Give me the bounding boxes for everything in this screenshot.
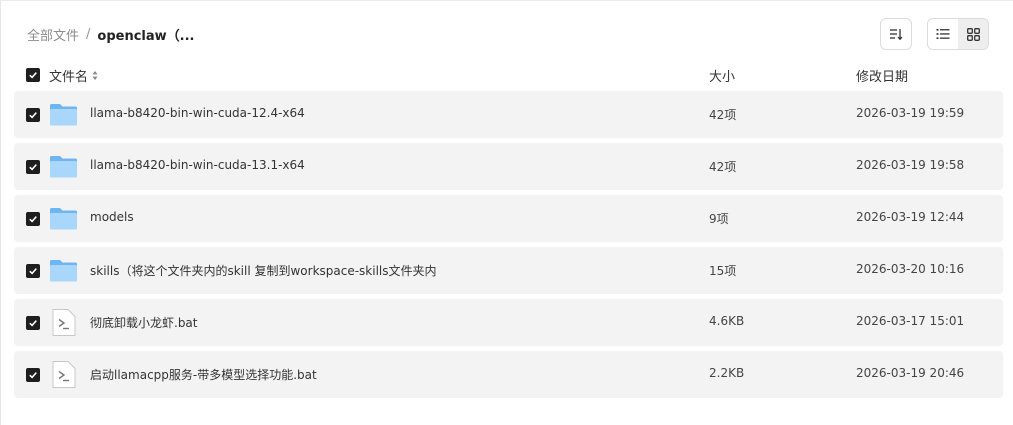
list-view-icon: [936, 29, 950, 39]
sort-arrows-icon: [92, 71, 98, 80]
table-row[interactable]: skills（将这个文件夹内的skill 复制到workspace-skills…: [14, 247, 1003, 294]
column-header-size[interactable]: 大小: [709, 66, 735, 85]
sort-button[interactable]: [880, 18, 912, 50]
file-modified-date: 2026-03-19 20:46: [856, 366, 965, 380]
row-checkbox[interactable]: [26, 160, 40, 174]
file-modified-date: 2026-03-19 19:58: [856, 158, 965, 172]
file-modified-date: 2026-03-19 12:44: [856, 210, 965, 224]
row-checkbox[interactable]: [26, 316, 40, 330]
file-modified-date: 2026-03-19 19:59: [856, 106, 965, 120]
file-name[interactable]: llama-b8420-bin-win-cuda-13.1-x64: [90, 158, 305, 172]
table-header: 文件名 大小 修改日期: [14, 63, 1003, 87]
check-icon: [29, 372, 37, 379]
file-size: 4.6KB: [709, 314, 745, 328]
file-size: 9项: [709, 212, 729, 226]
check-icon: [29, 164, 37, 171]
folder-icon: [49, 204, 78, 233]
script-file-icon: [49, 308, 78, 337]
breadcrumb-current: openclaw（...: [97, 28, 195, 44]
check-icon: [29, 216, 37, 223]
folder-icon: [49, 100, 78, 129]
file-modified-date: 2026-03-17 15:01: [856, 314, 965, 328]
file-size: 42项: [709, 108, 737, 122]
column-header-name[interactable]: 文件名: [49, 66, 98, 85]
view-toggle: [927, 18, 989, 50]
check-icon: [29, 72, 37, 79]
file-name[interactable]: skills（将这个文件夹内的skill 复制到workspace-skills…: [90, 262, 437, 279]
table-row[interactable]: models 9项 2026-03-19 12:44: [14, 195, 1003, 242]
breadcrumb-root-link[interactable]: 全部文件: [27, 25, 79, 44]
file-browser: 全部文件 / openclaw（... 文件名 大小 修改日期 llama-b8…: [0, 0, 1013, 425]
grid-view-icon: [966, 27, 980, 41]
folder-icon: [49, 256, 78, 285]
column-header-modified[interactable]: 修改日期: [856, 66, 908, 85]
file-modified-date: 2026-03-20 10:16: [856, 262, 965, 276]
column-header-name-label: 文件名: [49, 70, 89, 85]
file-name[interactable]: 启动llamacpp服务-带多模型选择功能.bat: [90, 366, 317, 383]
list-view-button[interactable]: [928, 19, 958, 49]
sort-icon: [890, 29, 903, 41]
file-name[interactable]: 彻底卸载小龙虾.bat: [90, 314, 198, 331]
table-row[interactable]: llama-b8420-bin-win-cuda-13.1-x64 42项 2026…: [14, 143, 1003, 190]
file-size: 42项: [709, 160, 737, 174]
file-size: 2.2KB: [709, 366, 745, 380]
row-checkbox[interactable]: [26, 368, 40, 382]
table-row[interactable]: 彻底卸载小龙虾.bat 4.6KB 2026-03-17 15:01: [14, 299, 1003, 346]
breadcrumb: 全部文件 / openclaw（...: [27, 25, 195, 44]
row-checkbox[interactable]: [26, 264, 40, 278]
file-name[interactable]: models: [90, 210, 134, 224]
table-row[interactable]: llama-b8420-bin-win-cuda-12.4-x64 42项 2026…: [14, 91, 1003, 138]
select-all-checkbox[interactable]: [26, 68, 40, 82]
grid-view-button[interactable]: [958, 19, 988, 49]
row-checkbox[interactable]: [26, 212, 40, 226]
check-icon: [29, 112, 37, 119]
check-icon: [29, 268, 37, 275]
row-checkbox[interactable]: [26, 108, 40, 122]
check-icon: [29, 320, 37, 327]
file-name[interactable]: llama-b8420-bin-win-cuda-12.4-x64: [90, 106, 305, 120]
breadcrumb-separator: /: [86, 26, 91, 42]
folder-icon: [49, 152, 78, 181]
file-size: 15项: [709, 264, 737, 278]
script-file-icon: [49, 360, 78, 389]
table-row[interactable]: 启动llamacpp服务-带多模型选择功能.bat 2.2KB 2026-03-19…: [14, 351, 1003, 398]
